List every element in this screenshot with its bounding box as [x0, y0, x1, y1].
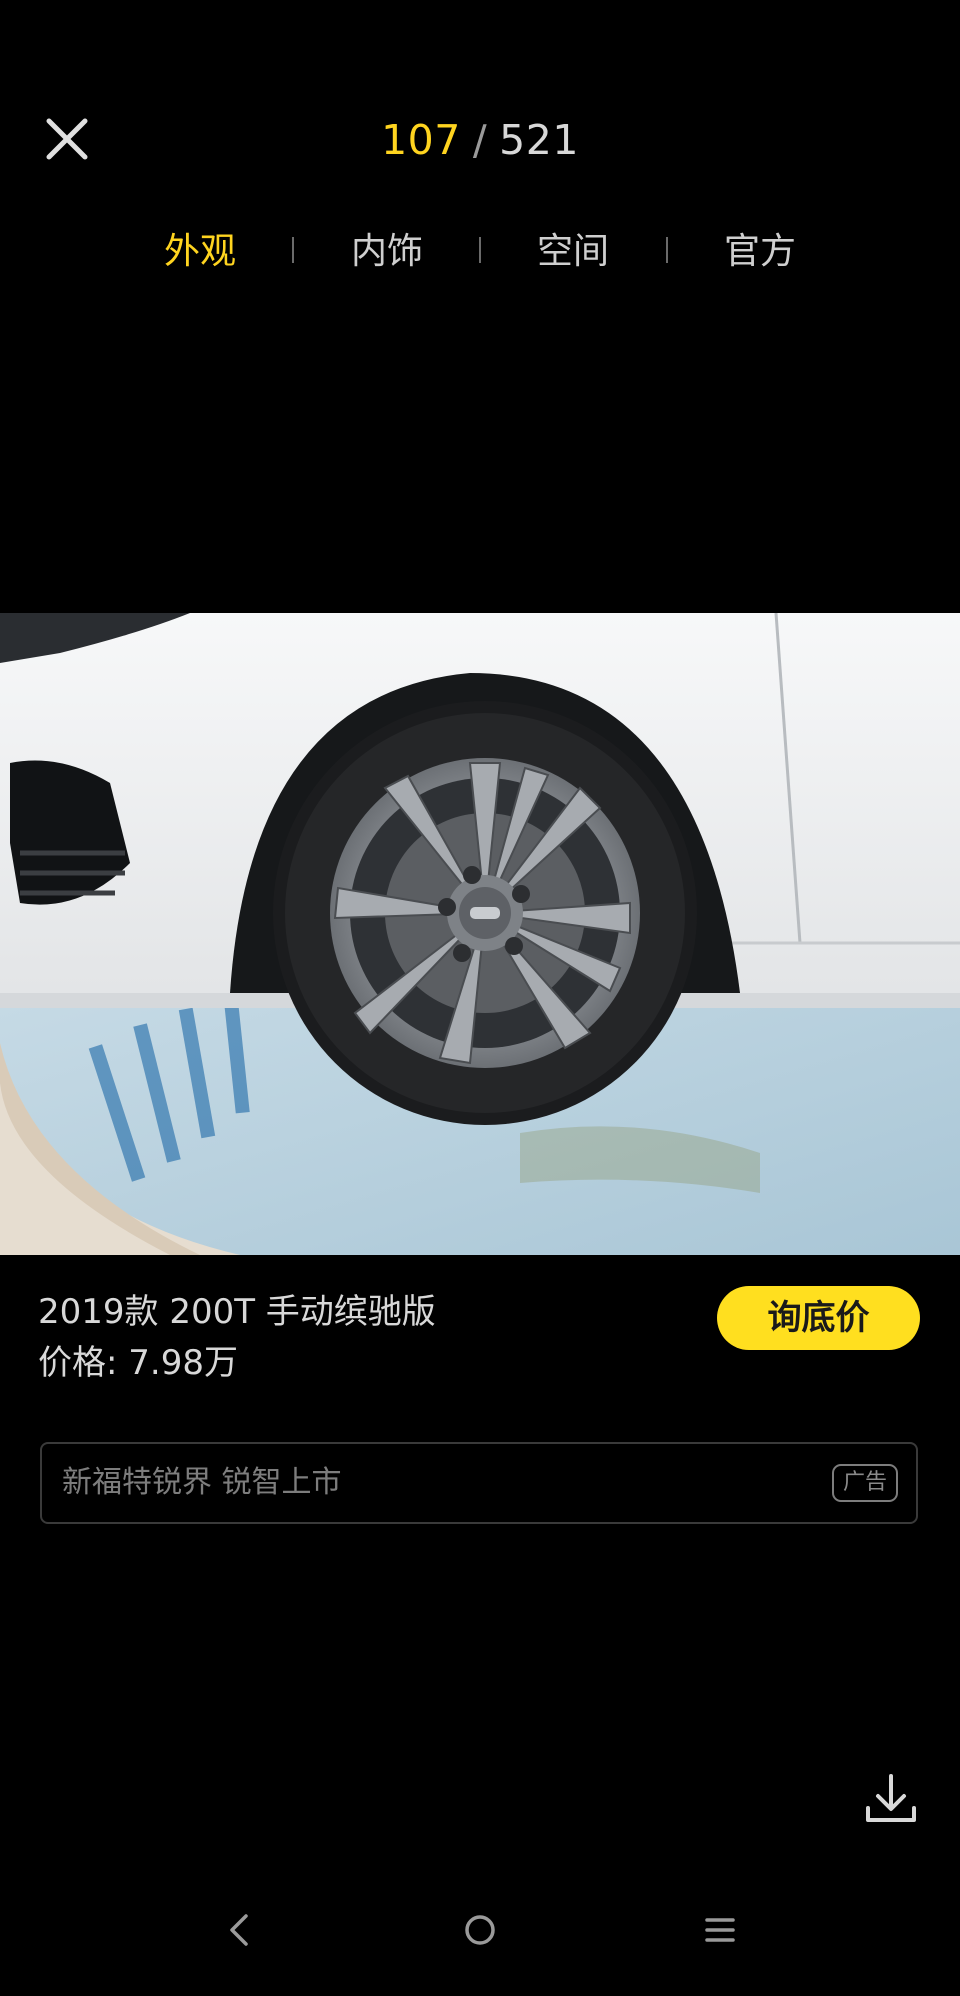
counter-total: 521: [499, 116, 579, 164]
home-icon: [465, 1915, 495, 1945]
car-wheel-photo[interactable]: [0, 613, 960, 1255]
car-wheel-image: [0, 613, 960, 1255]
category-tabs: 外观 内饰 空间 官方: [0, 222, 960, 282]
download-button[interactable]: [862, 1770, 920, 1828]
counter-separator: /: [472, 116, 488, 164]
system-nav-bar: [0, 1890, 960, 1970]
download-icon: [866, 1774, 916, 1822]
menu-icon: [705, 1918, 735, 1942]
tab-interior[interactable]: 内饰: [317, 222, 457, 282]
nav-menu-button[interactable]: [690, 1900, 750, 1960]
tab-exterior[interactable]: 外观: [130, 222, 270, 282]
tab-space[interactable]: 空间: [503, 222, 643, 282]
ad-badge: 广告: [832, 1464, 898, 1502]
ad-text: 新福特锐界 锐智上市: [62, 1465, 342, 1500]
ad-banner[interactable]: 新福特锐界 锐智上市 广告: [40, 1442, 918, 1524]
model-title: 2019款 200T 手动缤驰版: [38, 1292, 436, 1332]
nav-home-button[interactable]: [450, 1900, 510, 1960]
image-counter: 107/521: [0, 112, 960, 168]
price-text: 价格: 7.98万: [38, 1343, 238, 1383]
inquire-price-button[interactable]: 询底价: [717, 1286, 920, 1350]
nav-back-button[interactable]: [210, 1900, 270, 1960]
tab-divider: [666, 237, 668, 263]
tab-divider: [479, 237, 481, 263]
tab-divider: [292, 237, 294, 263]
back-icon: [230, 1914, 248, 1946]
counter-current: 107: [381, 116, 461, 164]
tab-official[interactable]: 官方: [690, 222, 830, 282]
